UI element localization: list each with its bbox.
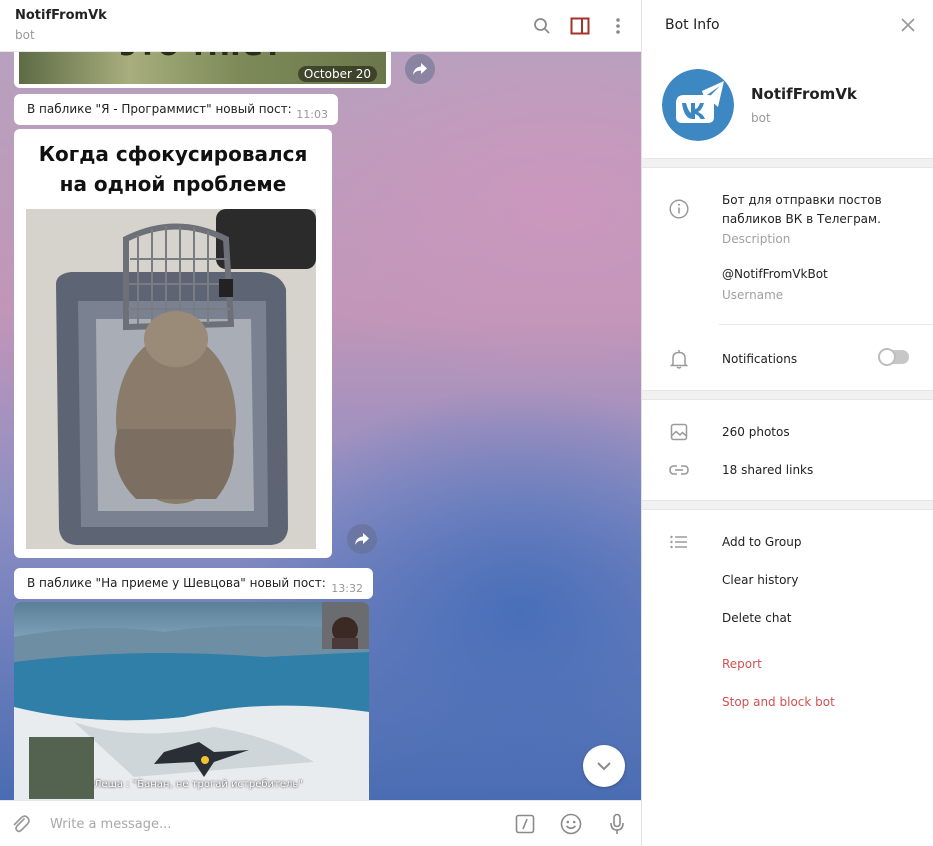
list-icon-wrapper	[667, 530, 691, 554]
notifications-toggle[interactable]	[878, 348, 909, 366]
meme-caption-line2: на одной проблеме	[59, 172, 287, 196]
emoji-icon	[560, 813, 582, 835]
game-screenshot: Леша : "Банан, не трогай истребитель"	[14, 602, 369, 802]
stop-and-block-button[interactable]: Stop and block bot	[722, 695, 835, 709]
close-panel-button[interactable]	[897, 14, 919, 36]
bot-command-button[interactable]	[513, 812, 537, 836]
attach-icon	[13, 815, 30, 833]
panel-title: Bot Info	[665, 17, 720, 33]
share-icon	[355, 533, 369, 545]
photo-icon-wrapper	[667, 420, 691, 444]
bot-username[interactable]: @NotifFromVkBot	[722, 267, 828, 281]
chat-subtitle: bot	[15, 28, 35, 42]
bot-avatar[interactable]	[662, 69, 734, 141]
delete-chat-button[interactable]: Delete chat	[722, 611, 792, 625]
bot-name: NotifFromVk	[751, 85, 857, 103]
bot-description: Бот для отправки постов пабликов ВК в Те…	[722, 193, 882, 226]
attach-button[interactable]	[9, 812, 33, 836]
link-icon	[669, 465, 689, 475]
message-text: В паблике "Я - Программист" новый пост:	[27, 102, 292, 116]
more-vertical-icon	[616, 18, 620, 34]
info-icon	[669, 199, 689, 219]
message-composer	[0, 800, 641, 846]
toggle-sidebar-button[interactable]	[568, 14, 592, 38]
photo-bubble-meme[interactable]: Когда сфокусировался на одной проблеме	[14, 129, 332, 558]
chat-area: это мне? October 20 В паблике "Я - Прогр…	[0, 0, 641, 846]
photos-count: 260 photos	[722, 425, 790, 439]
search-button[interactable]	[530, 14, 554, 38]
sidebar-toggle-icon	[570, 17, 590, 35]
more-menu-button[interactable]	[606, 14, 630, 38]
description-label: Description	[722, 232, 791, 246]
message-time: 11:03	[296, 108, 328, 121]
close-icon	[901, 18, 915, 32]
bot-type: bot	[751, 111, 771, 125]
vk-telegram-logo-icon	[662, 69, 734, 141]
cat-in-carrier-image	[26, 209, 316, 549]
list-icon	[670, 535, 687, 549]
message-bubble[interactable]: В паблике "Я - Программист" новый пост: …	[14, 94, 338, 125]
telegram-window: это мне? October 20 В паблике "Я - Прогр…	[0, 0, 933, 846]
microphone-icon	[610, 813, 624, 834]
section-divider	[642, 158, 933, 168]
share-button[interactable]	[405, 54, 435, 84]
message-text: В паблике "На приеме у Шевцова" новый по…	[27, 576, 326, 590]
photo-icon	[670, 423, 688, 441]
chevron-down-icon	[597, 762, 611, 771]
search-icon	[534, 18, 550, 34]
chat-title[interactable]: NotifFromVk	[15, 8, 107, 23]
emoji-button[interactable]	[559, 812, 583, 836]
clear-history-button[interactable]: Clear history	[722, 573, 798, 587]
chat-header: NotifFromVk bot	[0, 0, 641, 52]
meme-photo	[26, 209, 316, 549]
meme-caption: Когда сфокусировался на одной проблеме	[14, 139, 332, 199]
bell-icon	[670, 350, 688, 369]
message-bubble[interactable]: В паблике "На приеме у Шевцова" новый по…	[14, 568, 373, 599]
share-icon	[413, 63, 427, 75]
meme-caption-line1: Когда сфокусировался	[38, 142, 308, 166]
game-scene-image	[14, 602, 369, 802]
message-time: 13:32	[331, 582, 363, 595]
links-count: 18 shared links	[722, 463, 814, 477]
game-subtitle: Леша : "Банан, не трогай истребитель"	[94, 779, 303, 790]
notifications-label: Notifications	[722, 352, 798, 366]
info-icon-wrapper	[667, 197, 691, 221]
message-input[interactable]	[50, 813, 490, 835]
bot-command-icon	[515, 814, 535, 834]
link-icon-wrapper	[667, 458, 691, 482]
bot-info-panel: Bot Info NotifFromVk bot Бот для отправк…	[641, 0, 933, 846]
section-divider	[642, 500, 933, 510]
username-label: Username	[722, 288, 784, 302]
report-button[interactable]: Report	[722, 657, 762, 671]
voice-record-button[interactable]	[605, 812, 629, 836]
scroll-to-bottom-button[interactable]	[583, 745, 625, 787]
share-button[interactable]	[347, 524, 377, 554]
section-divider	[642, 390, 933, 400]
bell-icon-wrapper	[667, 347, 691, 371]
date-chip: October 20	[297, 66, 377, 82]
photo-bubble-game[interactable]: Леша : "Банан, не трогай истребитель"	[14, 602, 369, 802]
toggle-knob	[878, 348, 896, 366]
add-to-group-button[interactable]: Add to Group	[722, 535, 801, 549]
chat-background: это мне? October 20 В паблике "Я - Прогр…	[0, 40, 641, 802]
divider-line	[719, 324, 933, 325]
